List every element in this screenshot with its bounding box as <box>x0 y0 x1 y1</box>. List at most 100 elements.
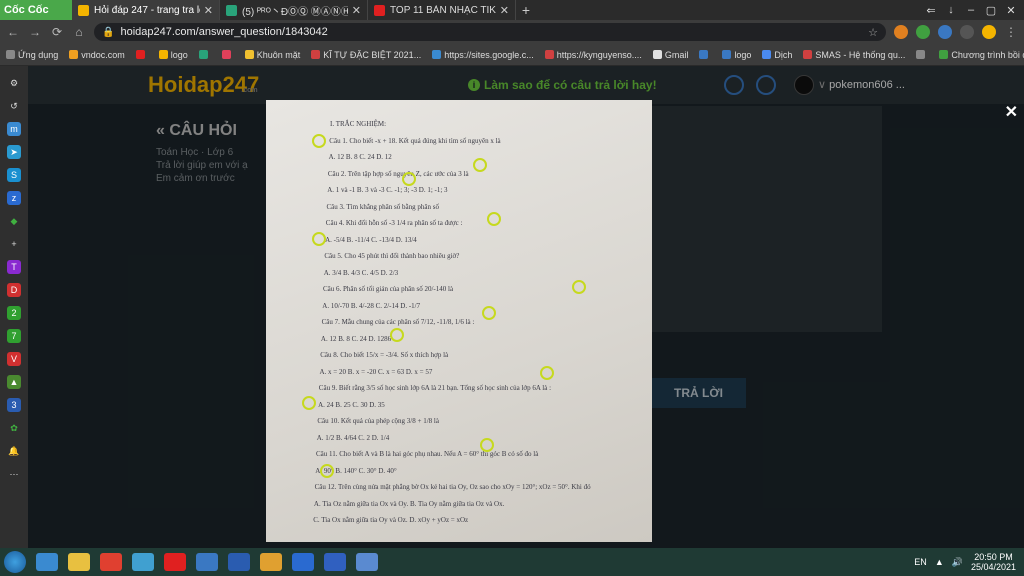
browser-tab[interactable]: Hỏi đáp 247 - trang tra lời ✕ <box>72 0 220 20</box>
start-button[interactable] <box>4 551 26 573</box>
bookmark-icon <box>221 50 231 59</box>
bookmark-item[interactable]: SMAS - Hệ thống qu... <box>803 50 905 60</box>
bookmark-item[interactable]: logo <box>158 50 188 60</box>
taskbar-app-icon[interactable] <box>68 553 90 571</box>
extension-icon[interactable] <box>916 25 930 39</box>
browser-tab[interactable]: (5) ᴾᴿᴼ丶ĐⓄⓆ ⓂⒶⓃⒽ ⒹⒺ ✕ <box>220 0 368 20</box>
messenger-icon[interactable]: m <box>7 122 21 136</box>
bookmark-item[interactable] <box>198 50 211 59</box>
bookmark-item[interactable]: https://kynguyenso.... <box>544 50 642 60</box>
exam-text-line: A. 10/-70 B. 4/-28 C. 2/-14 D. -1/7 <box>322 301 421 310</box>
bookmark-item[interactable]: https://sites.google.c... <box>432 50 534 60</box>
telegram-icon[interactable]: ➤ <box>7 145 21 159</box>
app-icon[interactable]: 3 <box>7 398 21 412</box>
notification-bell-icon[interactable]: 🔔 <box>7 444 21 458</box>
bookmark-item[interactable]: Gmail <box>652 49 689 60</box>
answer-mark <box>302 396 316 410</box>
bookmark-label: vndoc.com <box>81 49 125 60</box>
bookmark-item[interactable] <box>916 50 928 59</box>
url-bar[interactable]: 🔒 hoidap247.com/answer_question/1843042 … <box>94 23 886 41</box>
download-icon[interactable]: ↓ <box>944 4 958 17</box>
game-icon[interactable]: ◆ <box>7 214 21 228</box>
bookmark-item[interactable] <box>135 50 148 59</box>
more-icon[interactable]: ⋯ <box>7 467 21 481</box>
maximize-button[interactable]: ▢ <box>984 4 998 17</box>
taskbar-app-icon[interactable] <box>356 553 378 571</box>
taskbar-app-icon[interactable] <box>324 553 346 571</box>
bookmark-icon <box>158 50 168 59</box>
profile-icon[interactable] <box>982 25 996 39</box>
exam-text-line: Câu 8. Cho biết 15/x = -3/4. Số x thích … <box>320 351 449 359</box>
bookmark-icon <box>722 50 732 59</box>
bookmark-label: SMAS - Hệ thống qu... <box>815 49 906 60</box>
bookmark-label: Gmail <box>664 49 689 60</box>
bookmark-label: Ứng dụng <box>18 49 59 60</box>
bookmark-item[interactable]: Ứng dụng <box>6 50 58 60</box>
volume-icon[interactable]: 🔊 <box>952 557 963 568</box>
language-indicator[interactable]: EN <box>914 557 927 567</box>
exam-text-line: Câu 4. Khi đổi hỗn số -3 1/4 ra phân số … <box>325 219 463 227</box>
back-history-icon[interactable]: ⇐ <box>924 4 938 17</box>
tab-close-icon[interactable]: ✕ <box>352 4 361 17</box>
app-icon[interactable]: 2 <box>7 306 21 320</box>
taskbar-app-icon[interactable] <box>260 553 282 571</box>
clock[interactable]: 20:50 PM 25/04/2021 <box>971 552 1016 572</box>
taskbar-app-icon[interactable] <box>100 553 122 571</box>
taskbar-app-icon[interactable] <box>196 553 218 571</box>
home-button[interactable]: ⌂ <box>72 25 86 39</box>
history-icon[interactable]: ↺ <box>7 99 21 113</box>
bookmark-item[interactable]: vndoc.com <box>69 50 125 60</box>
bookmark-star-icon[interactable]: ☆ <box>868 26 878 39</box>
tab-close-icon[interactable]: ✕ <box>204 4 213 17</box>
browser-tab[interactable]: TOP 11 BẢN NHẠC TIK TO ✕ <box>368 0 516 20</box>
bookmark-item[interactable]: Dịch <box>762 50 792 60</box>
bookmark-item[interactable] <box>699 50 711 59</box>
exam-text-line: Câu 3. Tìm khẳng phân số bằng phân số <box>326 202 439 211</box>
taskbar-app-icon[interactable] <box>36 553 58 571</box>
reload-button[interactable]: ⟳ <box>50 25 64 39</box>
bookmark-icon <box>69 50 79 59</box>
bookmark-item[interactable]: KĨ TỰ ĐẶC BIỆT 2021... <box>311 50 421 60</box>
browser-brand-logo[interactable]: Cốc Cốc <box>0 0 72 20</box>
back-button[interactable]: ← <box>6 25 20 39</box>
skype-icon[interactable]: S <box>7 168 21 182</box>
tray-arrow-icon[interactable]: ▲ <box>935 557 944 567</box>
taskbar-app-icon[interactable] <box>292 553 314 571</box>
close-lightbox-button[interactable]: ✕ <box>1005 102 1018 122</box>
app-icon[interactable]: ✿ <box>7 421 21 435</box>
taskbar-app-icon[interactable] <box>164 553 186 571</box>
exam-text-line: Câu 6. Phân số tối giản của phân số 20/-… <box>323 285 454 293</box>
extension-icon[interactable] <box>894 25 908 39</box>
new-tab-button[interactable]: + <box>516 2 536 18</box>
answer-mark <box>312 232 326 246</box>
bookmark-icon <box>311 50 321 59</box>
bookmarks-bar: Ứng dụng vndoc.com logo Khuôn mặt KĨ TỰ ĐẶC … <box>0 44 1024 66</box>
app-icon[interactable]: V <box>7 352 21 366</box>
add-icon[interactable]: + <box>7 237 21 251</box>
zalo-icon[interactable]: z <box>7 191 21 205</box>
bookmark-item[interactable]: Chương trình bồi dư... <box>939 50 1024 60</box>
bookmark-icon <box>198 50 208 59</box>
tab-close-icon[interactable]: ✕ <box>500 4 509 17</box>
close-window-button[interactable]: ✕ <box>1004 4 1018 17</box>
bookmark-icon <box>544 50 554 59</box>
taskbar-app-icon[interactable] <box>228 553 250 571</box>
app-icon[interactable]: D <box>7 283 21 297</box>
app-icon[interactable]: ▲ <box>7 375 21 389</box>
app-icon[interactable]: T <box>7 260 21 274</box>
exam-text-line: A. 1/2 B. 4/64 C. 2 D. 1/4 <box>316 433 390 442</box>
menu-icon[interactable]: ⋮ <box>1004 25 1018 39</box>
taskbar-app-icon[interactable] <box>132 553 154 571</box>
app-icon[interactable]: 7 <box>7 329 21 343</box>
minimize-button[interactable]: – <box>964 4 978 17</box>
bookmark-item[interactable] <box>221 50 234 59</box>
extension-icon[interactable] <box>960 25 974 39</box>
bookmark-icon <box>699 50 709 59</box>
forward-button[interactable]: → <box>28 25 42 39</box>
extension-icon[interactable] <box>938 25 952 39</box>
bookmark-item[interactable]: Khuôn mặt <box>244 49 301 60</box>
bookmark-item[interactable]: logo <box>722 50 751 60</box>
settings-icon[interactable]: ⚙ <box>7 76 21 90</box>
answer-mark <box>480 438 494 452</box>
bookmark-label: Khuôn mặt <box>256 49 301 60</box>
